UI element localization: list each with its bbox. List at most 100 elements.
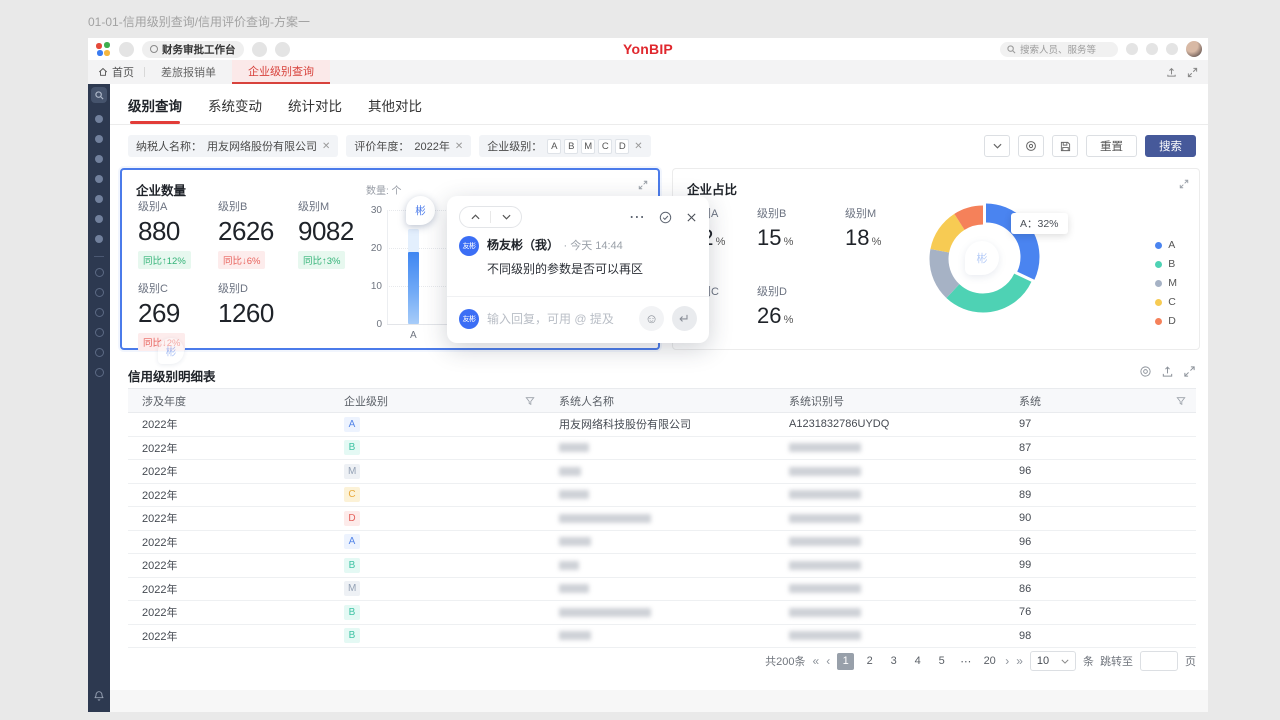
page-number-1[interactable]: 1	[837, 653, 854, 670]
nav-circle-icon[interactable]	[119, 42, 134, 57]
filter-funnel-icon[interactable]	[1176, 396, 1186, 406]
comment-pin-faint[interactable]: 彬	[965, 241, 999, 275]
nav-circle-icon[interactable]	[252, 42, 267, 57]
comment-pin-faint[interactable]: 彬	[158, 338, 184, 364]
chip-remove-icon[interactable]: ✕	[455, 141, 463, 152]
nav-circle-icon[interactable]	[275, 42, 290, 57]
tab-travel-expense[interactable]: 差旅报销单	[145, 60, 232, 84]
cell-level: C	[330, 487, 545, 502]
header-action-icon[interactable]	[1166, 43, 1178, 55]
legend-item-B[interactable]: B	[1155, 258, 1177, 270]
sidebar-item-icon[interactable]	[95, 348, 104, 357]
sidebar-item-icon[interactable]	[95, 155, 103, 163]
sidebar-item-icon[interactable]	[95, 308, 104, 317]
filter-chip-taxpayer[interactable]: 纳税人名称：用友网络股份有限公司✕	[128, 135, 338, 157]
col-score[interactable]: 系统	[1005, 393, 1196, 409]
sidebar-search-button[interactable]	[91, 87, 107, 103]
table-row[interactable]: 2022年 A 用友网络科技股份有限公司 A1231832786UYDQ 97	[128, 413, 1196, 437]
chip-remove-icon[interactable]: ✕	[322, 141, 330, 152]
reply-input[interactable]: 输入回复，可用 @ 提及	[487, 310, 631, 327]
sidebar-item-icon[interactable]	[95, 368, 104, 377]
table-expand-icon[interactable]	[1183, 365, 1196, 378]
header-action-icon[interactable]	[1126, 43, 1138, 55]
sidebar-item-icon[interactable]	[95, 115, 103, 123]
emoji-button[interactable]: ☺	[639, 306, 664, 331]
filter-funnel-icon[interactable]	[525, 396, 535, 406]
close-popup-button[interactable]	[686, 212, 697, 223]
filter-collapse-button[interactable]	[984, 135, 1010, 157]
chip-remove-icon[interactable]: ✕	[634, 141, 642, 152]
jump-page-input[interactable]	[1140, 651, 1178, 671]
legend-item-A[interactable]: A	[1155, 239, 1177, 251]
page-ellipsis[interactable]: ⋯	[957, 653, 974, 670]
last-page-button[interactable]: »	[1016, 654, 1023, 668]
table-row[interactable]: 2022年 A 96	[128, 531, 1196, 555]
send-reply-button[interactable]: ↵	[672, 306, 697, 331]
notification-bell-icon[interactable]	[93, 690, 105, 702]
tab-enterprise-level-query[interactable]: 企业级别查询	[232, 60, 330, 84]
workspace-pill[interactable]: 财务审批工作台	[142, 41, 244, 58]
more-options-button[interactable]: ⋯	[629, 207, 645, 227]
legend-item-C[interactable]: C	[1155, 296, 1177, 308]
page-size-select[interactable]: 10	[1030, 651, 1076, 671]
table-row[interactable]: 2022年 B 87	[128, 437, 1196, 461]
table-row[interactable]: 2022年 M 86	[128, 578, 1196, 602]
page-number-5[interactable]: 5	[933, 653, 950, 670]
module-tabs: 级别查询系统变动统计对比其他对比	[128, 95, 422, 124]
page-number-20[interactable]: 20	[981, 653, 998, 670]
user-avatar[interactable]	[1186, 41, 1202, 57]
table-row[interactable]: 2022年 B 99	[128, 554, 1196, 578]
resolve-comment-button[interactable]	[659, 211, 672, 224]
prev-page-button[interactable]: ‹	[826, 654, 830, 668]
sidebar-item-icon[interactable]	[95, 215, 103, 223]
sidebar-item-icon[interactable]	[95, 235, 103, 243]
table-row[interactable]: 2022年 B 76	[128, 601, 1196, 625]
filter-chip-year[interactable]: 评价年度：2022年✕	[346, 135, 471, 157]
table-settings-icon[interactable]	[1139, 365, 1152, 378]
legend-item-D[interactable]: D	[1155, 315, 1177, 327]
filter-chip-levels[interactable]: 企业级别： ABMCD ✕	[479, 135, 650, 157]
next-comment-button[interactable]	[491, 207, 521, 227]
module-tab-1[interactable]: 系统变动	[208, 95, 262, 124]
module-tab-3[interactable]: 其他对比	[368, 95, 422, 124]
expand-icon[interactable]	[1187, 67, 1198, 78]
reset-button[interactable]: 重置	[1086, 135, 1137, 157]
sidebar-item-icon[interactable]	[95, 135, 103, 143]
col-id[interactable]: 系统识别号	[775, 393, 1005, 409]
legend-item-M[interactable]: M	[1155, 277, 1177, 289]
sidebar-item-icon[interactable]	[95, 328, 104, 337]
module-tab-2[interactable]: 统计对比	[288, 95, 342, 124]
panel-company-ratio[interactable]: 企业占比 级别A32 % 级别B15 % 级别M18 % 级别C % 级别D26…	[672, 168, 1200, 350]
save-plan-button[interactable]	[1052, 135, 1078, 157]
page-number-4[interactable]: 4	[909, 653, 926, 670]
sidebar-item-icon[interactable]	[95, 288, 104, 297]
legend-dot	[1155, 242, 1162, 249]
table-row[interactable]: 2022年 C 89	[128, 484, 1196, 508]
col-level[interactable]: 企业级别	[330, 393, 545, 409]
page-number-3[interactable]: 3	[885, 653, 902, 670]
upload-icon[interactable]	[1166, 67, 1177, 78]
app-logo-icon[interactable]	[96, 42, 111, 57]
global-search-input[interactable]: 搜索人员、服务等	[1000, 42, 1118, 57]
search-button[interactable]: 搜索	[1145, 135, 1196, 157]
header-action-icon[interactable]	[1146, 43, 1158, 55]
bar-A[interactable]	[408, 252, 419, 324]
home-tab[interactable]: 首页	[88, 60, 144, 84]
table-row[interactable]: 2022年 M 96	[128, 460, 1196, 484]
table-row[interactable]: 2022年 D 90	[128, 507, 1196, 531]
sidebar-item-icon[interactable]	[95, 195, 103, 203]
next-page-button[interactable]: ›	[1005, 654, 1009, 668]
module-tab-0[interactable]: 级别查询	[128, 95, 182, 124]
panel-expand-icon[interactable]	[1179, 179, 1189, 189]
col-year[interactable]: 涉及年度	[128, 393, 330, 409]
filter-settings-button[interactable]	[1018, 135, 1044, 157]
first-page-button[interactable]: «	[813, 654, 820, 668]
sidebar-item-icon[interactable]	[95, 175, 103, 183]
page-number-2[interactable]: 2	[861, 653, 878, 670]
prev-comment-button[interactable]	[460, 207, 490, 227]
table-row[interactable]: 2022年 B 98	[128, 625, 1196, 649]
comment-pin[interactable]: 彬	[406, 196, 435, 225]
table-export-icon[interactable]	[1161, 365, 1174, 378]
sidebar-item-icon[interactable]	[95, 268, 104, 277]
col-name[interactable]: 系统人名称	[545, 393, 775, 409]
